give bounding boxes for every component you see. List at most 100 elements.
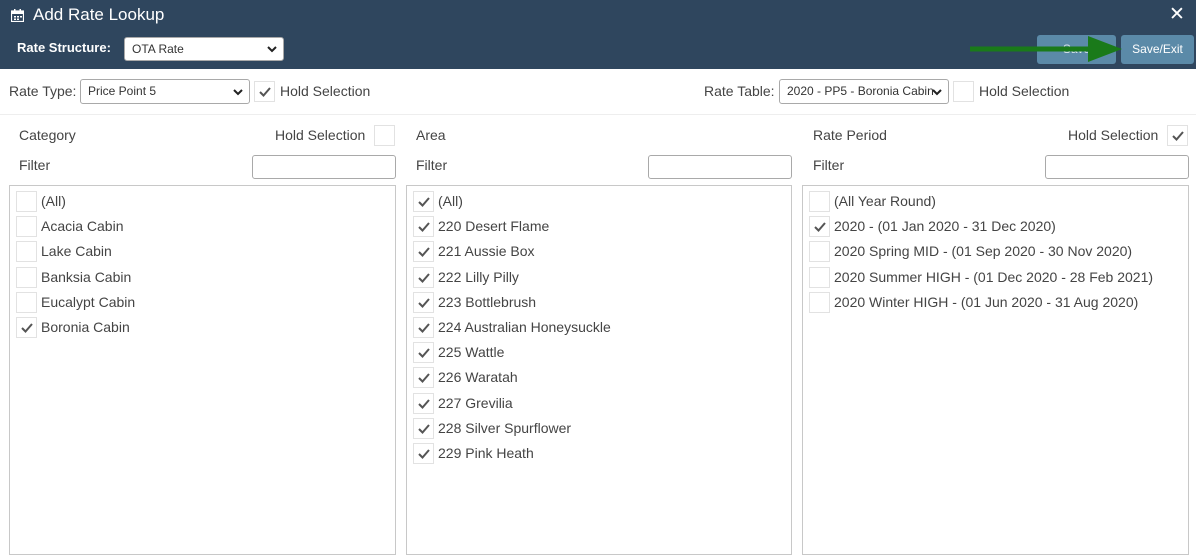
list-item-label: (All Year Round) bbox=[834, 193, 936, 209]
list-item[interactable]: (All) bbox=[10, 189, 395, 213]
rate-table-hold-checkbox[interactable] bbox=[953, 81, 974, 102]
list-item-checkbox[interactable] bbox=[413, 291, 434, 313]
check-icon bbox=[418, 449, 430, 459]
list-item-label: 228 Silver Spurflower bbox=[438, 419, 572, 436]
list-item[interactable]: 228 Silver Spurflower bbox=[407, 416, 791, 440]
category-hold-checkbox[interactable] bbox=[374, 125, 395, 146]
rate-table-hold-label: Hold Selection bbox=[979, 83, 1070, 99]
list-item[interactable]: 226 Waratah bbox=[407, 365, 791, 389]
check-icon bbox=[418, 222, 430, 233]
rate-type-value: Price Point 5 bbox=[88, 84, 157, 98]
list-item-checkbox[interactable] bbox=[16, 191, 37, 212]
list-item-checkbox[interactable] bbox=[16, 266, 37, 288]
check-icon bbox=[418, 247, 430, 258]
rate-type-hold-label: Hold Selection bbox=[280, 83, 371, 99]
list-item-label: 2020 - (01 Jan 2020 - 31 Dec 2020) bbox=[834, 218, 1056, 235]
category-filter-input[interactable] bbox=[252, 155, 396, 179]
rate-table-label: Rate Table: bbox=[704, 83, 775, 99]
rate-type-hold-checkbox[interactable] bbox=[254, 81, 275, 102]
list-item-checkbox[interactable] bbox=[16, 291, 37, 313]
list-item[interactable]: Banksia Cabin bbox=[10, 265, 395, 289]
area-filter-label: Filter bbox=[416, 157, 448, 173]
list-item-checkbox[interactable] bbox=[16, 317, 37, 338]
rate-type-select[interactable]: Price Point 5 bbox=[80, 79, 250, 104]
list-item[interactable]: Lake Cabin bbox=[10, 239, 395, 263]
list-item[interactable]: 2020 Spring MID - (01 Sep 2020 - 30 Nov … bbox=[803, 239, 1188, 263]
check-icon bbox=[418, 272, 430, 283]
check-icon bbox=[418, 298, 430, 308]
list-item-checkbox[interactable] bbox=[413, 443, 434, 464]
list-item[interactable]: 227 Grevilia bbox=[407, 391, 791, 415]
list-item[interactable]: 2020 - (01 Jan 2020 - 31 Dec 2020) bbox=[803, 214, 1188, 238]
check-icon bbox=[1172, 131, 1184, 141]
list-item-checkbox[interactable] bbox=[413, 392, 434, 414]
category-title: Category bbox=[19, 127, 76, 143]
list-item-checkbox[interactable] bbox=[413, 266, 434, 288]
list-item-label: 2020 Winter HIGH - (01 Jun 2020 - 31 Aug… bbox=[834, 293, 1139, 310]
list-item[interactable]: 222 Lilly Pilly bbox=[407, 265, 791, 289]
list-item[interactable]: 2020 Winter HIGH - (01 Jun 2020 - 31 Aug… bbox=[803, 290, 1188, 314]
category-hold-label: Hold Selection bbox=[275, 127, 366, 143]
category-list: (All) Acacia Cabin Lake Cabin Banksia Cabin… bbox=[9, 185, 396, 555]
save-exit-button[interactable]: Save/Exit bbox=[1121, 35, 1194, 64]
list-item-checkbox[interactable] bbox=[809, 216, 830, 238]
list-item[interactable]: 2020 Summer HIGH - (01 Dec 2020 - 28 Feb… bbox=[803, 265, 1188, 289]
dialog-title: Add Rate Lookup bbox=[33, 5, 165, 24]
rate-period-filter-input[interactable] bbox=[1045, 155, 1189, 179]
close-icon[interactable]: ✕ bbox=[1169, 5, 1185, 25]
list-item-label: 221 Aussie Box bbox=[438, 243, 535, 260]
list-item-label: 2020 Spring MID - (01 Sep 2020 - 30 Nov … bbox=[834, 243, 1133, 260]
list-item[interactable]: (All) bbox=[407, 189, 791, 213]
list-item[interactable]: 223 Bottlebrush bbox=[407, 290, 791, 314]
list-item-checkbox[interactable] bbox=[809, 291, 830, 313]
list-item[interactable]: Acacia Cabin bbox=[10, 214, 395, 238]
list-item-checkbox[interactable] bbox=[413, 191, 434, 212]
list-item[interactable]: (All Year Round) bbox=[803, 189, 1188, 213]
list-item-checkbox[interactable] bbox=[413, 241, 434, 263]
check-icon bbox=[418, 373, 430, 384]
rate-period-list: (All Year Round) 2020 - (01 Jan 2020 - 31… bbox=[802, 185, 1189, 555]
divider bbox=[0, 114, 1196, 115]
chevron-down-icon bbox=[932, 89, 942, 96]
list-item-checkbox[interactable] bbox=[16, 241, 37, 263]
list-item-checkbox[interactable] bbox=[413, 317, 434, 338]
list-item[interactable]: Eucalypt Cabin bbox=[10, 290, 395, 314]
list-item-checkbox[interactable] bbox=[413, 216, 434, 238]
rate-structure-select[interactable]: OTA Rate bbox=[124, 37, 284, 61]
list-item[interactable]: Boronia Cabin bbox=[10, 315, 395, 339]
rate-period-filter-label: Filter bbox=[813, 157, 845, 173]
list-item-checkbox[interactable] bbox=[413, 367, 434, 389]
category-filter-label: Filter bbox=[19, 157, 51, 173]
list-item[interactable]: 229 Pink Heath bbox=[407, 441, 791, 465]
list-item-label: 222 Lilly Pilly bbox=[438, 268, 519, 285]
chevron-down-icon bbox=[233, 89, 243, 96]
list-item-checkbox[interactable] bbox=[16, 216, 37, 238]
check-icon bbox=[418, 398, 430, 409]
list-item-label: 224 Australian Honeysuckle bbox=[438, 319, 611, 335]
area-filter-input[interactable] bbox=[648, 155, 792, 179]
check-icon bbox=[814, 222, 826, 233]
list-item[interactable]: 225 Wattle bbox=[407, 340, 791, 364]
list-item-label: 220 Desert Flame bbox=[438, 218, 550, 235]
rate-table-select[interactable]: 2020 - PP5 - Boronia Cabin bbox=[779, 79, 949, 104]
rate-structure-label: Rate Structure: bbox=[17, 40, 111, 55]
list-item-label: Eucalypt Cabin bbox=[41, 293, 136, 310]
list-item[interactable]: 220 Desert Flame bbox=[407, 214, 791, 238]
list-item-checkbox[interactable] bbox=[413, 342, 434, 364]
list-item-checkbox[interactable] bbox=[809, 266, 830, 288]
list-item-label: Banksia Cabin bbox=[41, 268, 132, 285]
list-item[interactable]: 221 Aussie Box bbox=[407, 239, 791, 263]
list-item-checkbox[interactable] bbox=[809, 191, 830, 212]
rate-table-value: 2020 - PP5 - Boronia Cabin bbox=[787, 84, 934, 98]
list-item-label: (All) bbox=[41, 193, 66, 209]
list-item-label: 227 Grevilia bbox=[438, 394, 513, 411]
rate-period-title: Rate Period bbox=[813, 127, 887, 143]
list-item-checkbox[interactable] bbox=[413, 417, 434, 439]
list-item-checkbox[interactable] bbox=[809, 241, 830, 263]
list-item[interactable]: 224 Australian Honeysuckle bbox=[407, 315, 791, 339]
rate-period-hold-checkbox[interactable] bbox=[1167, 125, 1188, 146]
list-item-label: Boronia Cabin bbox=[41, 319, 130, 335]
calendar-icon bbox=[11, 9, 24, 22]
check-icon bbox=[418, 348, 430, 359]
list-item-label: 2020 Summer HIGH - (01 Dec 2020 - 28 Feb… bbox=[834, 268, 1154, 285]
